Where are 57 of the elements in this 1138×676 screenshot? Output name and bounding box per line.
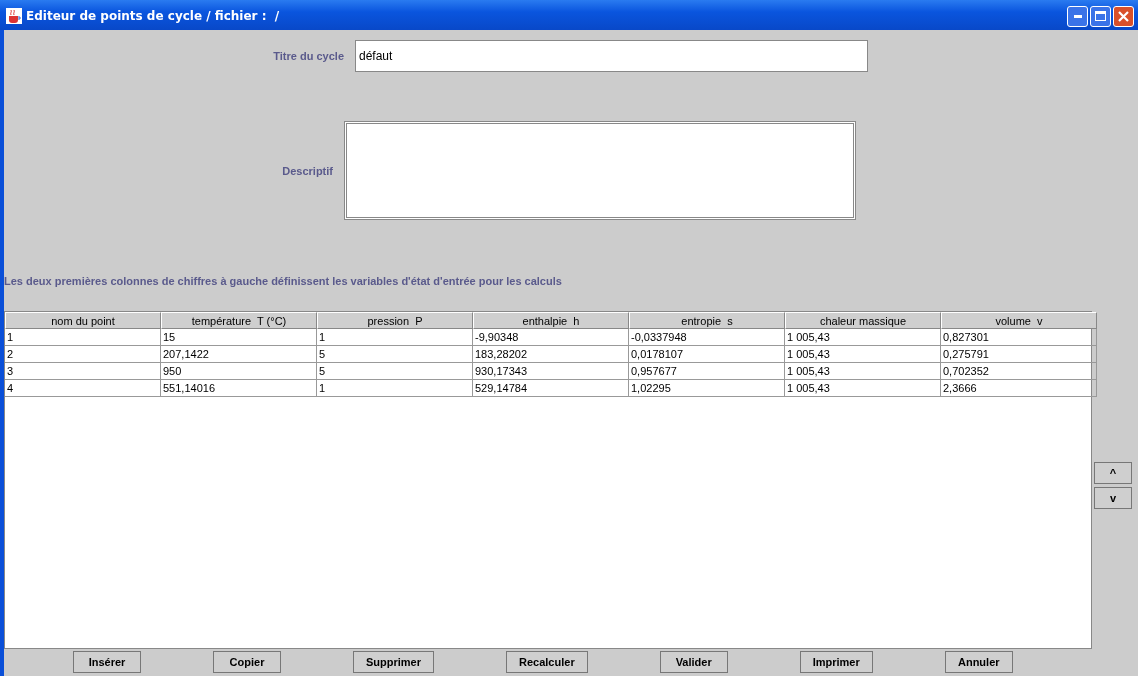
- table-cell: 0,275791: [941, 346, 1097, 363]
- table-cell: 1: [5, 329, 161, 346]
- field-label: Descriptif: [281, 164, 333, 177]
- table-cell: 4: [5, 380, 161, 397]
- move-button[interactable]: v: [1094, 486, 1132, 509]
- minimize-button[interactable]: [1067, 5, 1088, 27]
- action-button[interactable]: Supprimer: [353, 651, 434, 673]
- table-cell: 1: [317, 380, 473, 397]
- title-input-field[interactable]: défaut: [355, 40, 868, 72]
- table-cell: 15: [161, 329, 317, 346]
- close-icon: [1118, 10, 1129, 22]
- table-cell: 3: [5, 363, 161, 380]
- action-button[interactable]: Valider: [659, 651, 728, 673]
- table-cell: 207,1422: [161, 346, 317, 363]
- table-cell: 2,3666: [941, 380, 1097, 397]
- column-header[interactable]: pression P: [317, 312, 473, 329]
- column-header[interactable]: chaleur massique: [785, 312, 941, 329]
- field-label: Titre du cycle: [272, 50, 344, 62]
- description-field[interactable]: [344, 121, 856, 220]
- table-cell: 0,0178107: [629, 346, 785, 363]
- action-button[interactable]: Annuler: [944, 651, 1013, 673]
- move-button[interactable]: ^: [1094, 461, 1132, 484]
- table-cell: 0,957677: [629, 363, 785, 380]
- action-button[interactable]: Insérer: [73, 651, 141, 673]
- table-cell: 1: [317, 329, 473, 346]
- close-button[interactable]: [1113, 5, 1134, 27]
- maximize-button[interactable]: [1090, 5, 1111, 27]
- table-cell: 0,827301: [941, 329, 1097, 346]
- column-header[interactable]: entropie s: [629, 312, 785, 329]
- table-cell: 1 005,43: [785, 346, 941, 363]
- table-cell: 1 005,43: [785, 380, 941, 397]
- column-header[interactable]: température T (°C): [161, 312, 317, 329]
- column-header[interactable]: volume v: [941, 312, 1097, 329]
- table-cell: 930,17343: [473, 363, 629, 380]
- table-cell: -9,90348: [473, 329, 629, 346]
- cup-icon: [6, 8, 22, 24]
- table-cell: 1 005,43: [785, 363, 941, 380]
- table-cell: 529,14784: [473, 380, 629, 397]
- table-cell: 183,28202: [473, 346, 629, 363]
- action-button[interactable]: Imprimer: [799, 651, 873, 673]
- table-cell: 950: [161, 363, 317, 380]
- table-cell: 1 005,43: [785, 329, 941, 346]
- table-cell: 551,14016: [161, 380, 317, 397]
- action-button[interactable]: Copier: [213, 651, 281, 673]
- column-header[interactable]: nom du point: [5, 312, 161, 329]
- table-cell: 5: [317, 363, 473, 380]
- info-text: Les deux premières colonnes de chiffres à gauche définissent les variables d'état d'entrée pour les calculs: [4, 275, 563, 287]
- minimize-icon: [1073, 14, 1082, 18]
- column-header[interactable]: enthalpie h: [473, 312, 629, 329]
- table-cell: -0,0337948: [629, 329, 785, 346]
- table-cell: 2: [5, 346, 161, 363]
- table-cell: 5: [317, 346, 473, 363]
- table-cell: 0,702352: [941, 363, 1097, 380]
- action-button[interactable]: Recalculer: [506, 651, 588, 673]
- table-cell: 1,02295: [629, 380, 785, 397]
- window-title: Editeur de points de cycle / fichier : /: [26, 9, 280, 23]
- maximize-icon: [1095, 11, 1106, 21]
